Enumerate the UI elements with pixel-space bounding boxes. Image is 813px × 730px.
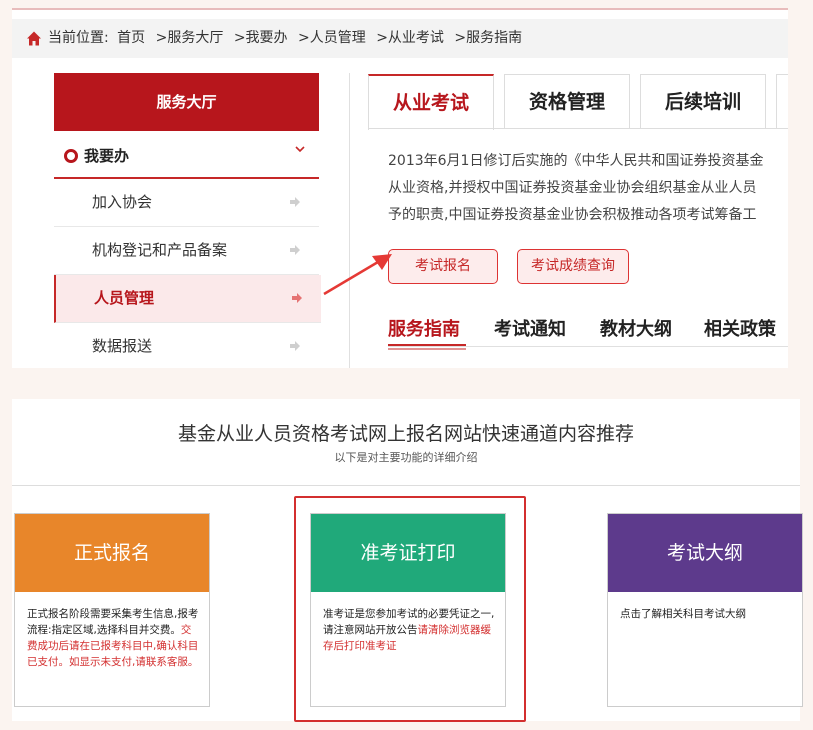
breadcrumb-prefix: 当前位置: <box>48 30 109 46</box>
section-divider <box>12 485 800 486</box>
tab-underline <box>368 128 788 129</box>
sidebar-item-data-report[interactable]: 数据报送 <box>54 323 319 368</box>
arrow-right-icon <box>290 197 300 207</box>
score-query-button[interactable]: 考试成绩查询 <box>517 249 629 284</box>
breadcrumb-sep: > <box>376 30 388 46</box>
breadcrumb-todo[interactable]: 我要办 <box>246 30 288 46</box>
sidebar-section-label: 我要办 <box>84 147 130 165</box>
sidebar-item-label: 机构登记和产品备案 <box>92 241 228 259</box>
card-text: 点击了解相关科目考试大纲 <box>620 608 746 620</box>
card-text: 正式报名阶段需要采集考生信息,报考流程:指定区域,选择科目并交费。 <box>27 608 199 636</box>
breadcrumb-sep: > <box>233 30 246 46</box>
breadcrumb-personnel[interactable]: 人员管理 <box>310 30 366 46</box>
arrow-right-icon <box>290 245 300 255</box>
card-body: 正式报名阶段需要采集考生信息,报考流程:指定区域,选择科目并交费。交费成功后请在… <box>27 606 199 670</box>
sidebar-section-todo[interactable]: 我要办 <box>54 135 319 179</box>
chevron-down-icon <box>295 146 305 153</box>
tab-qualification[interactable]: 资格管理 <box>504 74 630 129</box>
description-line: 从业资格,并授权中国证券投资基金业协会组织基金从业人员 <box>388 180 757 196</box>
subtab-policy[interactable]: 相关政策 <box>704 315 776 341</box>
card-exam-syllabus[interactable]: 考试大纲 点击了解相关科目考试大纲 <box>607 513 803 707</box>
breadcrumb-sep: > <box>298 30 310 46</box>
breadcrumb-exam[interactable]: 从业考试 <box>388 30 444 46</box>
tab-training[interactable]: 后续培训 <box>640 74 766 129</box>
sidebar-item-label: 数据报送 <box>92 337 153 355</box>
sidebar: 服务大厅 我要办 加入协会 机构登记和产品备案 人员管理 数据报送 <box>54 73 321 368</box>
pointer-arrow-icon <box>323 254 392 296</box>
portal-screenshot: 当前位置: 首页 >服务大厅 >我要办 >人员管理 >从业考试 >服务指南 服务… <box>12 8 788 368</box>
breadcrumb-sep: > <box>155 30 168 46</box>
sidebar-header: 服务大厅 <box>54 73 319 131</box>
sidebar-item-personnel[interactable]: 人员管理 <box>54 275 321 323</box>
description-line: 2013年6月1日修订后实施的《中华人民共和国证券投资基金 <box>388 153 764 169</box>
sidebar-item-registration[interactable]: 机构登记和产品备案 <box>54 227 319 275</box>
tab-exam[interactable]: 从业考试 <box>368 74 494 130</box>
home-icon[interactable] <box>26 19 42 58</box>
exam-description: 2013年6月1日修订后实施的《中华人民共和国证券投资基金 从业资格,并授权中国… <box>388 148 788 229</box>
arrow-right-icon <box>292 293 302 303</box>
card-title[interactable]: 正式报名 <box>15 514 209 592</box>
breadcrumb-sep: > <box>454 30 467 46</box>
breadcrumb-guide: 服务指南 <box>466 30 523 46</box>
sidebar-item-join-association[interactable]: 加入协会 <box>54 179 319 227</box>
highlight-box <box>294 496 526 722</box>
sidebar-item-label: 人员管理 <box>94 289 155 307</box>
top-accent-line <box>12 8 788 10</box>
arrow-right-icon <box>290 341 300 351</box>
card-body: 点击了解相关科目考试大纲 <box>620 606 792 622</box>
circle-bullet-icon <box>64 149 78 163</box>
subtab-notice[interactable]: 考试通知 <box>494 315 566 341</box>
subtab-guide[interactable]: 服务指南 <box>388 315 460 341</box>
exam-register-button[interactable]: 考试报名 <box>388 249 498 284</box>
breadcrumb: 当前位置: 首页 >服务大厅 >我要办 >人员管理 >从业考试 >服务指南 <box>12 19 788 58</box>
divider <box>349 73 350 368</box>
breadcrumb-service-hall[interactable]: 服务大厅 <box>167 30 223 46</box>
breadcrumb-home[interactable]: 首页 <box>117 30 145 46</box>
sidebar-item-label: 加入协会 <box>92 193 153 211</box>
subtab-syllabus[interactable]: 教材大纲 <box>600 315 672 341</box>
subtab-active-indicator <box>388 344 466 350</box>
card-formal-registration[interactable]: 正式报名 正式报名阶段需要采集考生信息,报考流程:指定区域,选择科目并交费。交费… <box>14 513 210 707</box>
tab-more[interactable] <box>776 74 788 129</box>
description-line: 予的职责,中国证券投资基金业协会积极推动各项考试筹备工 <box>388 207 757 223</box>
section-title: 基金从业人员资格考试网上报名网站快速通道内容推荐 <box>177 423 634 445</box>
card-title[interactable]: 考试大纲 <box>608 514 802 592</box>
section-subtitle: 以下是对主要功能的详细介绍 <box>334 451 478 464</box>
